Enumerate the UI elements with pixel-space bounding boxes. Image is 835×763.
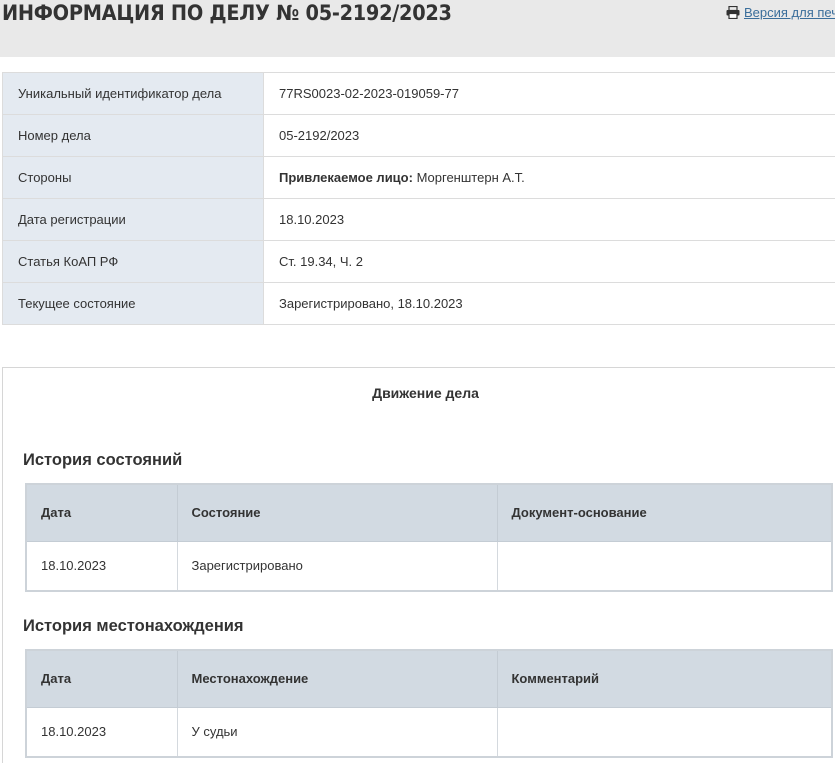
table-header-row: Дата Местонахождение Комментарий	[25, 649, 833, 708]
printer-icon	[726, 6, 740, 19]
column-header: Местонахождение	[176, 649, 498, 708]
table-cell: Зарегистрировано	[176, 540, 498, 592]
location-history-table: Дата Местонахождение Комментарий 18.10.2…	[25, 649, 833, 758]
info-value: Зарегистрировано, 18.10.2023	[263, 282, 835, 325]
party-name: Моргенштерн А.Т.	[412, 170, 525, 185]
info-row-registration-date: Дата регистрации 18.10.2023	[2, 198, 835, 241]
table-row: 18.10.2023 Зарегистрировано	[25, 540, 833, 592]
info-value: 05-2192/2023	[263, 114, 835, 157]
table-cell: 18.10.2023	[25, 706, 178, 758]
location-history-heading: История местонахождения	[23, 617, 244, 635]
header-band: ИНФОРМАЦИЯ ПО ДЕЛУ № 05-2192/2023 Версия…	[0, 0, 835, 57]
column-header: Дата	[25, 483, 178, 542]
info-label: Статья КоАП РФ	[2, 240, 264, 283]
column-header: Дата	[25, 649, 178, 708]
info-value: 18.10.2023	[263, 198, 835, 241]
case-movement-panel: Движение дела История состояний Дата Сос…	[2, 367, 835, 763]
party-role: Привлекаемое лицо:	[279, 170, 413, 185]
state-history-heading: История состояний	[23, 451, 183, 469]
info-row-case-number: Номер дела 05-2192/2023	[2, 114, 835, 157]
info-row-uid: Уникальный идентификатор дела 77RS0023-0…	[2, 72, 835, 115]
info-label: Дата регистрации	[2, 198, 264, 241]
page-title: ИНФОРМАЦИЯ ПО ДЕЛУ № 05-2192/2023	[2, 1, 452, 25]
info-label: Уникальный идентификатор дела	[2, 72, 264, 115]
table-cell	[496, 706, 833, 758]
table-cell: 18.10.2023	[25, 540, 178, 592]
case-info-table: Уникальный идентификатор дела 77RS0023-0…	[2, 72, 835, 325]
info-row-article: Статья КоАП РФ Ст. 19.34, Ч. 2	[2, 240, 835, 283]
info-row-parties: Стороны Привлекаемое лицо: Моргенштерн А…	[2, 156, 835, 199]
table-header-row: Дата Состояние Документ-основание	[25, 483, 833, 542]
print-link-label[interactable]: Версия для печати	[744, 5, 835, 20]
column-header: Состояние	[176, 483, 498, 542]
info-value: Привлекаемое лицо: Моргенштерн А.Т.	[263, 156, 835, 199]
case-movement-title: Движение дела	[372, 385, 479, 401]
print-version-link[interactable]: Версия для печати	[726, 5, 835, 20]
info-label: Текущее состояние	[2, 282, 264, 325]
info-label: Стороны	[2, 156, 264, 199]
column-header: Документ-основание	[496, 483, 833, 542]
info-row-current-state: Текущее состояние Зарегистрировано, 18.1…	[2, 282, 835, 325]
info-label: Номер дела	[2, 114, 264, 157]
info-value: Ст. 19.34, Ч. 2	[263, 240, 835, 283]
state-history-table: Дата Состояние Документ-основание 18.10.…	[25, 483, 833, 592]
table-cell: У судьи	[176, 706, 498, 758]
table-cell	[496, 540, 833, 592]
table-row: 18.10.2023 У судьи	[25, 706, 833, 758]
info-value: 77RS0023-02-2023-019059-77	[263, 72, 835, 115]
column-header: Комментарий	[496, 649, 833, 708]
page: ИНФОРМАЦИЯ ПО ДЕЛУ № 05-2192/2023 Версия…	[0, 0, 835, 763]
